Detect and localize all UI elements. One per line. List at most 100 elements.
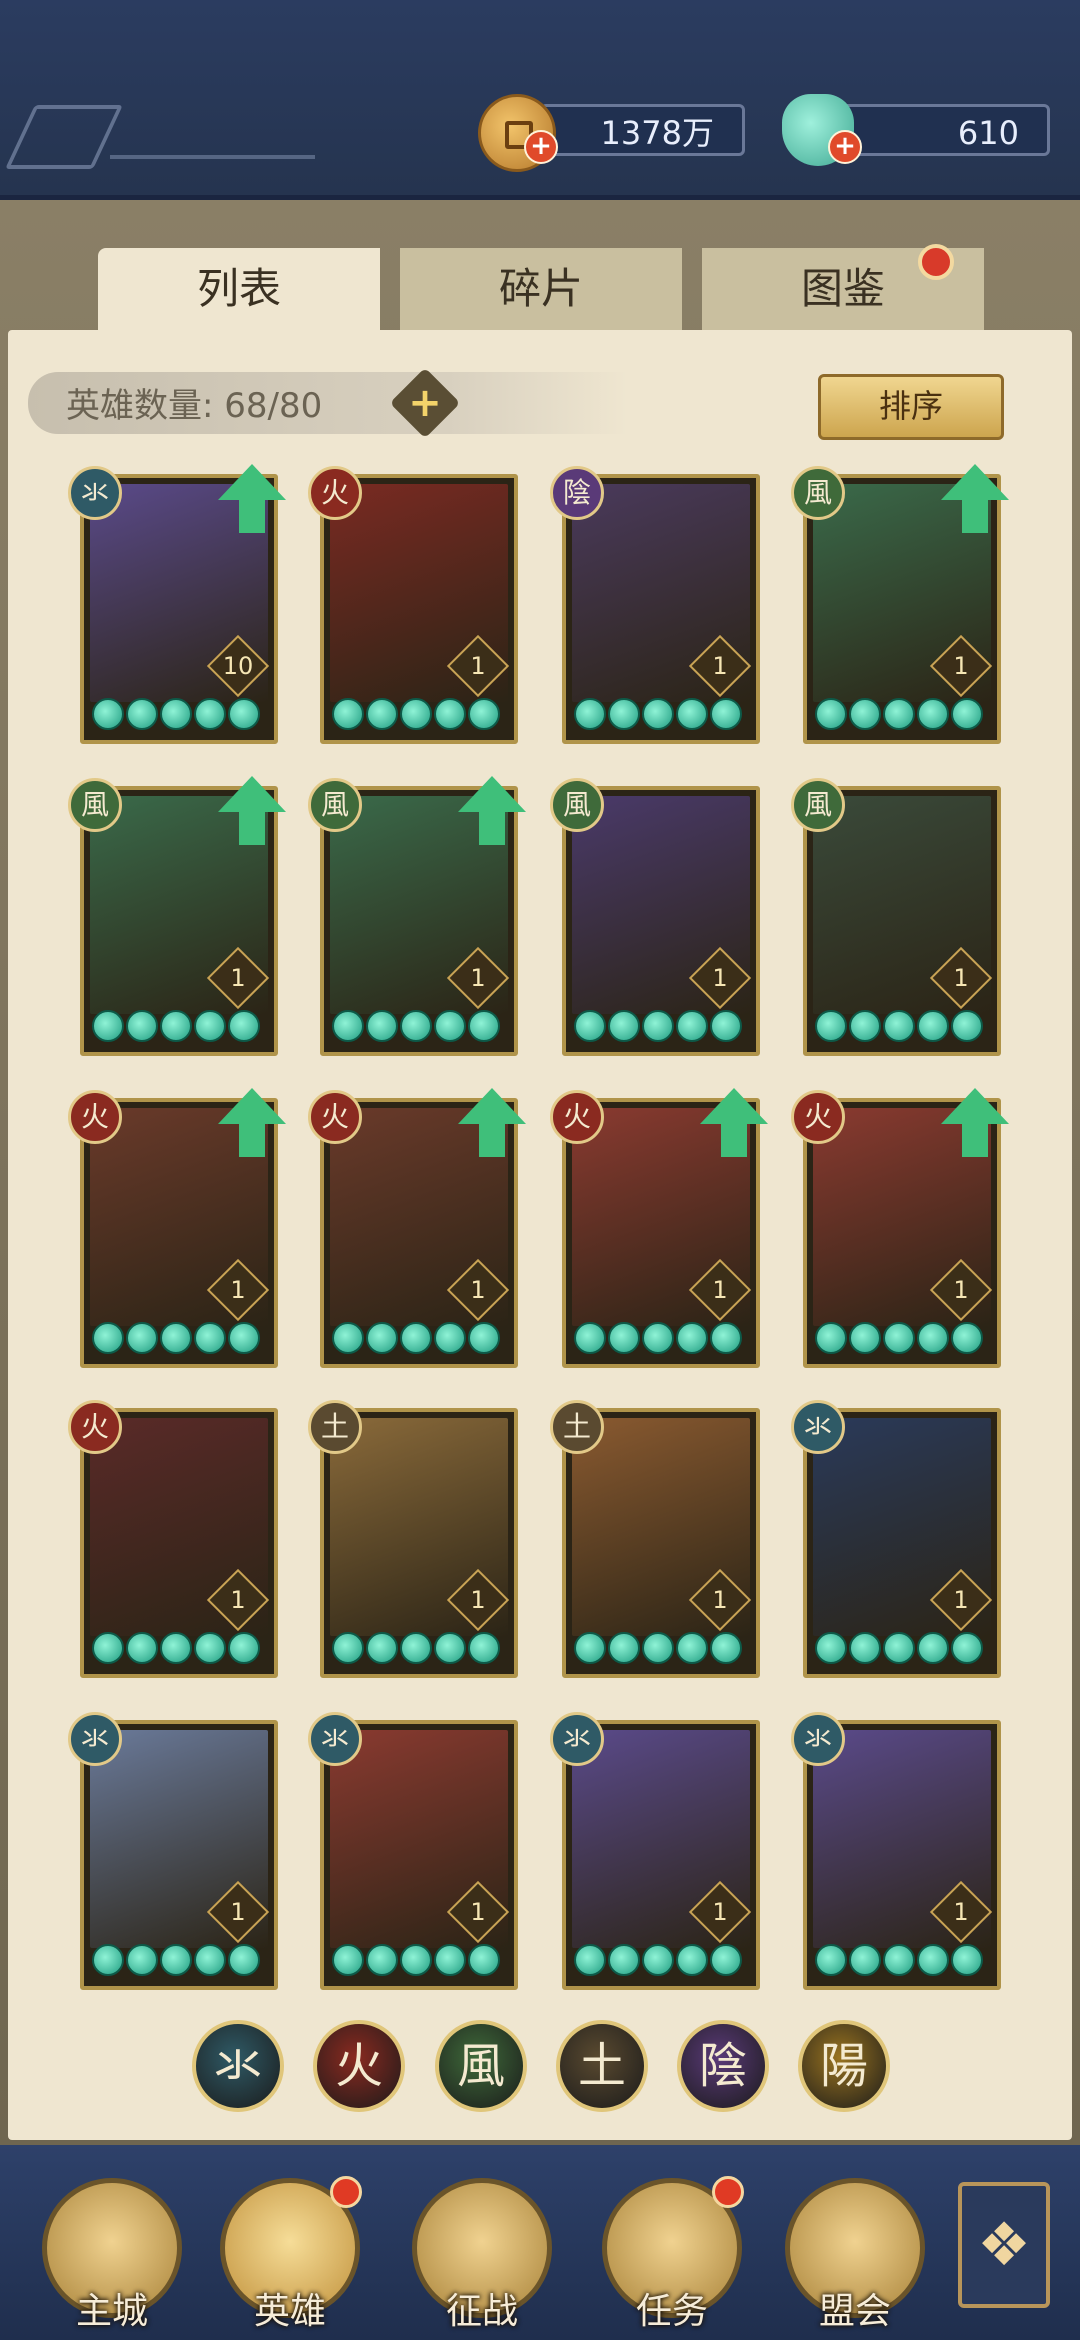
jade-star-icon — [400, 1322, 432, 1354]
jade-star-icon — [676, 1010, 708, 1042]
jade-star-icon — [710, 1632, 742, 1664]
hero-star-row — [815, 698, 995, 732]
jade-star-icon — [642, 1632, 674, 1664]
jade-star-icon — [710, 1010, 742, 1042]
jade-star-icon — [194, 1944, 226, 1976]
jade-star-icon — [608, 1944, 640, 1976]
filter-yin-button[interactable]: 陰 — [677, 2020, 769, 2112]
element-badge-water: 氺 — [791, 1712, 845, 1766]
jade-star-icon — [676, 1322, 708, 1354]
upgrade-arrow-stem — [962, 1123, 988, 1157]
jade-star-icon — [228, 1944, 260, 1976]
jade-star-icon — [434, 1944, 466, 1976]
add-shell-button[interactable]: + — [828, 130, 862, 164]
tab-fragments[interactable]: 碎片 — [400, 248, 682, 330]
hero-star-row — [574, 1322, 754, 1356]
hero-star-row — [92, 1322, 272, 1356]
jade-star-icon — [951, 1322, 983, 1354]
jade-star-icon — [710, 698, 742, 730]
jade-star-icon — [332, 698, 364, 730]
jade-star-icon — [917, 1944, 949, 1976]
jade-star-icon — [126, 1322, 158, 1354]
nav-notification-dot — [712, 2176, 744, 2208]
filter-yang-button[interactable]: 陽 — [798, 2020, 890, 2112]
jade-star-icon — [194, 1010, 226, 1042]
filter-wind-button[interactable]: 風 — [435, 2020, 527, 2112]
filter-earth-button[interactable]: 土 — [556, 2020, 648, 2112]
element-badge-water: 氺 — [308, 1712, 362, 1766]
hero-star-row — [815, 1944, 995, 1978]
element-badge-fire: 火 — [68, 1400, 122, 1454]
plus-icon: + — [408, 380, 442, 426]
jade-star-icon — [815, 1010, 847, 1042]
nav-label: 主城 — [75, 2291, 148, 2332]
element-badge-fire: 火 — [308, 1090, 362, 1144]
hero-star-row — [92, 698, 272, 732]
jade-star-icon — [434, 1010, 466, 1042]
jade-star-icon — [126, 698, 158, 730]
codex-notification-dot — [918, 244, 954, 280]
nav-label: 征战 — [445, 2291, 518, 2332]
hero-star-row — [92, 1944, 272, 1978]
sort-button[interactable]: 排序 — [818, 374, 1004, 440]
jade-star-icon — [608, 1632, 640, 1664]
jade-star-icon — [126, 1632, 158, 1664]
jade-star-icon — [608, 1322, 640, 1354]
hero-level: 1 — [470, 1898, 486, 1926]
upgrade-arrow-stem — [962, 499, 988, 533]
jade-star-icon — [468, 1322, 500, 1354]
jade-star-icon — [883, 698, 915, 730]
upgrade-arrow-icon — [941, 1088, 1009, 1124]
jade-star-icon — [400, 1632, 432, 1664]
upgrade-arrow-icon — [700, 1088, 768, 1124]
jade-star-icon — [849, 1632, 881, 1664]
element-badge-water: 氺 — [68, 1712, 122, 1766]
jade-star-icon — [642, 698, 674, 730]
upgrade-arrow-stem — [239, 499, 265, 533]
jade-star-icon — [194, 1322, 226, 1354]
jade-star-icon — [815, 1632, 847, 1664]
jade-star-icon — [434, 698, 466, 730]
jade-star-icon — [815, 1944, 847, 1976]
hero-star-row — [332, 1944, 512, 1978]
jade-star-icon — [194, 698, 226, 730]
jade-star-icon — [468, 1944, 500, 1976]
upgrade-arrow-stem — [239, 811, 265, 845]
jade-star-icon — [400, 1010, 432, 1042]
jade-star-icon — [126, 1944, 158, 1976]
add-copper-button[interactable]: + — [524, 130, 558, 164]
hero-level: 1 — [230, 1898, 246, 1926]
hero-level: 1 — [470, 1276, 486, 1304]
nav-notification-dot — [330, 2176, 362, 2208]
jade-star-icon — [642, 1944, 674, 1976]
upgrade-arrow-icon — [218, 776, 286, 812]
shell-value: 610 — [957, 114, 1019, 152]
upgrade-arrow-icon — [941, 464, 1009, 500]
nav-label: 盟会 — [818, 2291, 891, 2332]
hero-level: 1 — [953, 652, 969, 680]
hero-level: 1 — [230, 1276, 246, 1304]
filter-water-button[interactable]: 氺 — [192, 2020, 284, 2112]
filter-fire-button[interactable]: 火 — [313, 2020, 405, 2112]
jade-star-icon — [608, 698, 640, 730]
jade-star-icon — [951, 1944, 983, 1976]
hero-star-row — [815, 1632, 995, 1666]
hero-star-row — [332, 698, 512, 732]
hero-level: 1 — [953, 964, 969, 992]
tab-list[interactable]: 列表 — [98, 248, 380, 330]
copper-value: 1378万 — [600, 114, 714, 152]
hero-count-label: 英雄数量: 68/80 — [66, 386, 323, 426]
jade-star-icon — [676, 1944, 708, 1976]
jade-star-icon — [574, 1944, 606, 1976]
hero-star-row — [815, 1010, 995, 1044]
element-badge-fire: 火 — [791, 1090, 845, 1144]
expand-hero-slots-button[interactable]: + — [389, 367, 461, 439]
decorative-line — [110, 155, 315, 159]
menu-grid-icon[interactable]: ❖ — [958, 2182, 1050, 2308]
jade-star-icon — [126, 1010, 158, 1042]
hero-level: 1 — [712, 964, 728, 992]
hero-level: 1 — [470, 1586, 486, 1614]
hero-star-row — [332, 1632, 512, 1666]
jade-star-icon — [815, 1322, 847, 1354]
element-badge-water: 氺 — [791, 1400, 845, 1454]
